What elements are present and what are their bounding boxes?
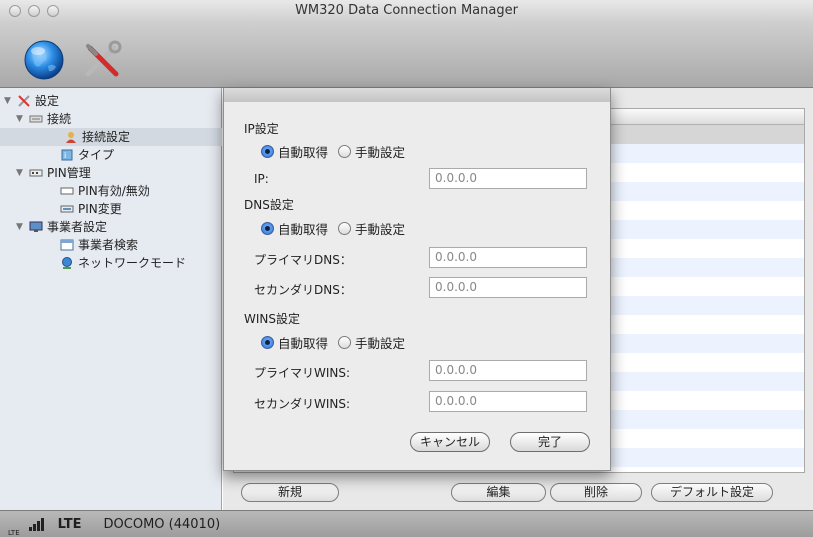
sidebar-item-label: PIN有効/無効 xyxy=(78,184,150,198)
sidebar-item-carrier-settings[interactable]: ▼ 事業者設定 xyxy=(16,218,107,236)
secondary-wins-field[interactable]: 0.0.0.0 xyxy=(429,391,587,412)
edit-button[interactable]: 編集 xyxy=(451,483,546,502)
network-mode-icon xyxy=(62,257,72,269)
lte-small-label: LTE xyxy=(8,529,20,537)
pin-change-icon xyxy=(60,205,74,213)
sidebar-item-label: 設定 xyxy=(35,94,60,108)
radio-label: 手動設定 xyxy=(355,336,406,351)
sidebar-item-label: PIN変更 xyxy=(78,202,122,216)
title-bar: WM320 Data Connection Manager xyxy=(0,0,813,22)
secondary-dns-label: セカンダリDNS： xyxy=(254,283,352,297)
disclosure-open-icon[interactable]: ▼ xyxy=(16,110,25,128)
ip-section-label: IP設定 xyxy=(244,122,279,136)
ip-mode-radio-group: 自動取得 手動設定 xyxy=(261,142,405,161)
wins-section-label: WINS設定 xyxy=(244,312,300,326)
radio-selected-icon xyxy=(261,145,274,158)
primary-wins-field[interactable]: 0.0.0.0 xyxy=(429,360,587,381)
radio-label: 自動取得 xyxy=(278,222,329,237)
dns-auto-radio[interactable]: 自動取得 xyxy=(261,219,328,238)
disclosure-open-icon[interactable]: ▼ xyxy=(4,92,13,110)
globe-icon[interactable] xyxy=(22,38,66,82)
secondary-dns-field[interactable]: 0.0.0.0 xyxy=(429,277,587,298)
sidebar-item-label: PIN管理 xyxy=(47,166,91,180)
sidebar-item-label: 事業者検索 xyxy=(78,238,139,252)
radio-label: 手動設定 xyxy=(355,145,406,160)
default-settings-button[interactable]: デフォルト設定 xyxy=(651,483,773,502)
close-window-button[interactable] xyxy=(9,5,21,17)
sidebar-item-connection[interactable]: ▼ 接続 xyxy=(16,110,71,128)
radio-selected-icon xyxy=(261,336,274,349)
window-controls xyxy=(9,5,59,17)
sidebar-item-label: タイプ xyxy=(78,148,115,162)
pin-icon xyxy=(29,169,43,177)
ip-manual-radio[interactable]: 手動設定 xyxy=(338,142,405,161)
toolbar xyxy=(0,22,813,88)
minimize-window-button[interactable] xyxy=(28,5,40,17)
sidebar-item-label: 事業者設定 xyxy=(47,220,108,234)
type-icon: i xyxy=(61,149,73,161)
primary-dns-field[interactable]: 0.0.0.0 xyxy=(429,247,587,268)
profile-actions: 新規 編集 削除 デフォルト設定 xyxy=(223,483,813,505)
secondary-wins-label: セカンダリWINS: xyxy=(254,397,351,411)
disclosure-open-icon[interactable]: ▼ xyxy=(16,218,25,236)
radio-label: 自動取得 xyxy=(278,145,329,160)
radio-label: 自動取得 xyxy=(278,336,329,351)
sidebar-item-connection-settings[interactable]: 接続設定 xyxy=(0,128,222,146)
window-title: WM320 Data Connection Manager xyxy=(295,3,518,18)
sidebar-item-label: 接続設定 xyxy=(82,130,131,144)
ip-auto-radio[interactable]: 自動取得 xyxy=(261,142,328,161)
radio-unselected-icon xyxy=(338,145,352,158)
sidebar-item-label: ネットワークモード xyxy=(78,256,187,270)
user-icon xyxy=(66,132,76,143)
sidebar-item-pin-management[interactable]: ▼ PIN管理 xyxy=(16,164,91,182)
sidebar-item-type[interactable]: i タイプ xyxy=(60,146,114,164)
disclosure-open-icon[interactable]: ▼ xyxy=(16,164,25,182)
dns-manual-radio[interactable]: 手動設定 xyxy=(338,219,405,238)
sidebar-item-settings[interactable]: ▼ 設定 xyxy=(4,92,59,110)
wins-manual-radio[interactable]: 手動設定 xyxy=(338,333,405,352)
ip-address-field[interactable]: 0.0.0.0 xyxy=(429,168,587,189)
sidebar-item-label: 接続 xyxy=(47,112,72,126)
wins-auto-radio[interactable]: 自動取得 xyxy=(261,333,328,352)
wins-mode-radio-group: 自動取得 手動設定 xyxy=(261,333,405,352)
network-icon xyxy=(29,115,43,123)
done-button[interactable]: 完了 xyxy=(510,432,590,452)
radio-unselected-icon xyxy=(338,336,352,349)
cancel-button[interactable]: キャンセル xyxy=(410,432,490,452)
status-bar: LTE LTE DOCOMO (44010) xyxy=(0,510,813,537)
delete-button[interactable]: 削除 xyxy=(550,483,642,502)
radio-unselected-icon xyxy=(338,222,352,235)
new-button[interactable]: 新規 xyxy=(241,483,339,502)
sidebar-item-network-mode[interactable]: ネットワークモード xyxy=(60,254,186,272)
primary-wins-label: プライマリWINS: xyxy=(254,366,351,380)
zoom-window-button[interactable] xyxy=(47,5,59,17)
carrier-name: DOCOMO (44010) xyxy=(103,516,221,532)
tools-icon[interactable] xyxy=(80,38,124,82)
search-window-icon xyxy=(60,239,74,251)
primary-dns-label: プライマリDNS： xyxy=(254,253,352,267)
dns-mode-radio-group: 自動取得 手動設定 xyxy=(261,219,405,238)
sidebar-item-pin-toggle[interactable]: PIN有効/無効 xyxy=(60,182,150,200)
signal-strength-icon xyxy=(28,517,44,531)
dns-section-label: DNS設定 xyxy=(244,198,294,212)
svg-text:i: i xyxy=(64,151,66,160)
tools-icon xyxy=(18,95,30,107)
sidebar: ▼ 設定 ▼ 接続 接続設定 i タイプ ▼ PIN管理 PIN有効/無効 PI… xyxy=(0,88,222,510)
radio-selected-icon xyxy=(261,222,274,235)
sidebar-item-carrier-search[interactable]: 事業者検索 xyxy=(60,236,138,254)
sidebar-item-pin-change[interactable]: PIN変更 xyxy=(60,200,122,218)
ip-address-label: IP: xyxy=(254,172,269,186)
network-type: LTE xyxy=(57,516,82,532)
radio-label: 手動設定 xyxy=(355,222,406,237)
sheet-title-band xyxy=(224,88,610,102)
ip-settings-sheet: IP設定 自動取得 手動設定 IP: 0.0.0.0 DNS設定 自動取得 手動… xyxy=(223,88,611,471)
monitor-icon xyxy=(29,221,43,232)
pin-toggle-icon xyxy=(60,187,74,195)
